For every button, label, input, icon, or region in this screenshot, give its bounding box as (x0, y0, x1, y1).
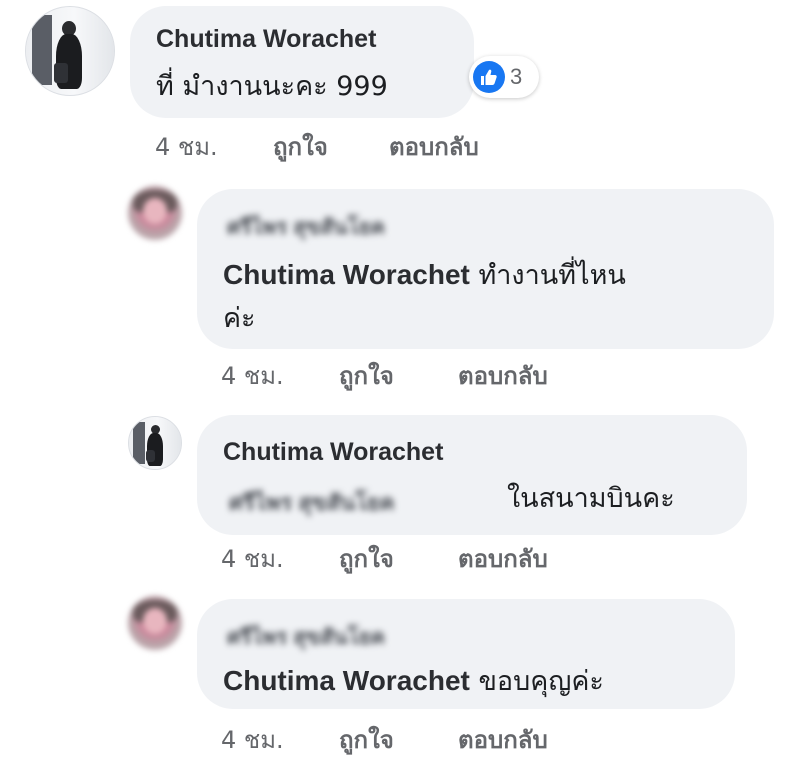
avatar[interactable] (128, 186, 182, 240)
comment-text-line1: ทำงานที่ไหน (469, 260, 626, 291)
comment-actions: 4 ชม. ถูกใจ ตอบกลับ (221, 539, 621, 573)
reply-button[interactable]: ตอบกลับ (458, 539, 548, 578)
comment-bubble: Chutima Worachet ศรีไพร สุขสันโยค ในสนาม… (197, 415, 747, 535)
comment-1: Chutima Worachet ที่ มำงานนะคะ 999 3 4 ช… (0, 0, 800, 170)
comment-text: Chutima Worachet ทำงานที่ไหน (223, 255, 626, 296)
comment-author[interactable]: ศรีไพร สุขสันโยค (227, 211, 385, 244)
comment-author[interactable]: Chutima Worachet (156, 25, 376, 54)
like-button[interactable]: ถูกใจ (273, 127, 328, 166)
comment-2: ศรีไพร สุขสันโยค Chutima Worachet ทำงานท… (0, 180, 800, 390)
avatar[interactable] (128, 416, 182, 470)
avatar[interactable] (128, 596, 182, 650)
comment-bubble: ศรีไพร สุขสันโยค Chutima Worachet ทำงานท… (197, 189, 774, 349)
comment-author[interactable]: Chutima Worachet (223, 438, 443, 467)
comment-bubble: Chutima Worachet ที่ มำงานนะคะ 999 (130, 6, 474, 118)
comment-actions: 4 ชม. ถูกใจ ตอบกลับ (155, 127, 555, 161)
like-button[interactable]: ถูกใจ (339, 720, 394, 759)
comment-timestamp[interactable]: 4 ชม. (221, 720, 284, 759)
reply-button[interactable]: ตอบกลับ (458, 720, 548, 759)
comment-text-body: ในสนามบินคะ (507, 483, 675, 514)
comment-actions: 4 ชม. ถูกใจ ตอบกลับ (221, 356, 621, 390)
comment-text-body: ขอบคุญค่ะ (469, 666, 604, 697)
comment-author[interactable]: ศรีไพร สุขสันโยค (227, 621, 385, 654)
mention-link[interactable]: Chutima Worachet (223, 665, 470, 696)
reply-button[interactable]: ตอบกลับ (389, 127, 479, 166)
mention-link[interactable]: ศรีไพร สุขสันโยค (229, 483, 395, 523)
comment-timestamp[interactable]: 4 ชม. (221, 539, 284, 578)
comment-timestamp[interactable]: 4 ชม. (155, 127, 218, 166)
mention-link[interactable]: Chutima Worachet (223, 259, 470, 290)
reply-button[interactable]: ตอบกลับ (458, 356, 548, 395)
comment-text: ที่ มำงานนะคะ 999 (156, 71, 388, 102)
comment-4: ศรีไพร สุขสันโยค Chutima Worachet ขอบคุญ… (0, 590, 800, 763)
avatar[interactable] (25, 6, 115, 96)
comment-actions: 4 ชม. ถูกใจ ตอบกลับ (221, 720, 621, 754)
reaction-count: 3 (510, 64, 523, 89)
comment-3: Chutima Worachet ศรีไพร สุขสันโยค ในสนาม… (0, 408, 800, 578)
comment-text: Chutima Worachet ขอบคุญค่ะ (223, 661, 604, 702)
like-button[interactable]: ถูกใจ (339, 356, 394, 395)
comment-bubble: ศรีไพร สุขสันโยค Chutima Worachet ขอบคุญ… (197, 599, 735, 709)
like-icon (473, 61, 505, 93)
like-button[interactable]: ถูกใจ (339, 539, 394, 578)
comment-timestamp[interactable]: 4 ชม. (221, 356, 284, 395)
comment-text-line2: ค่ะ (223, 303, 256, 334)
reaction-summary[interactable]: 3 (469, 56, 539, 98)
